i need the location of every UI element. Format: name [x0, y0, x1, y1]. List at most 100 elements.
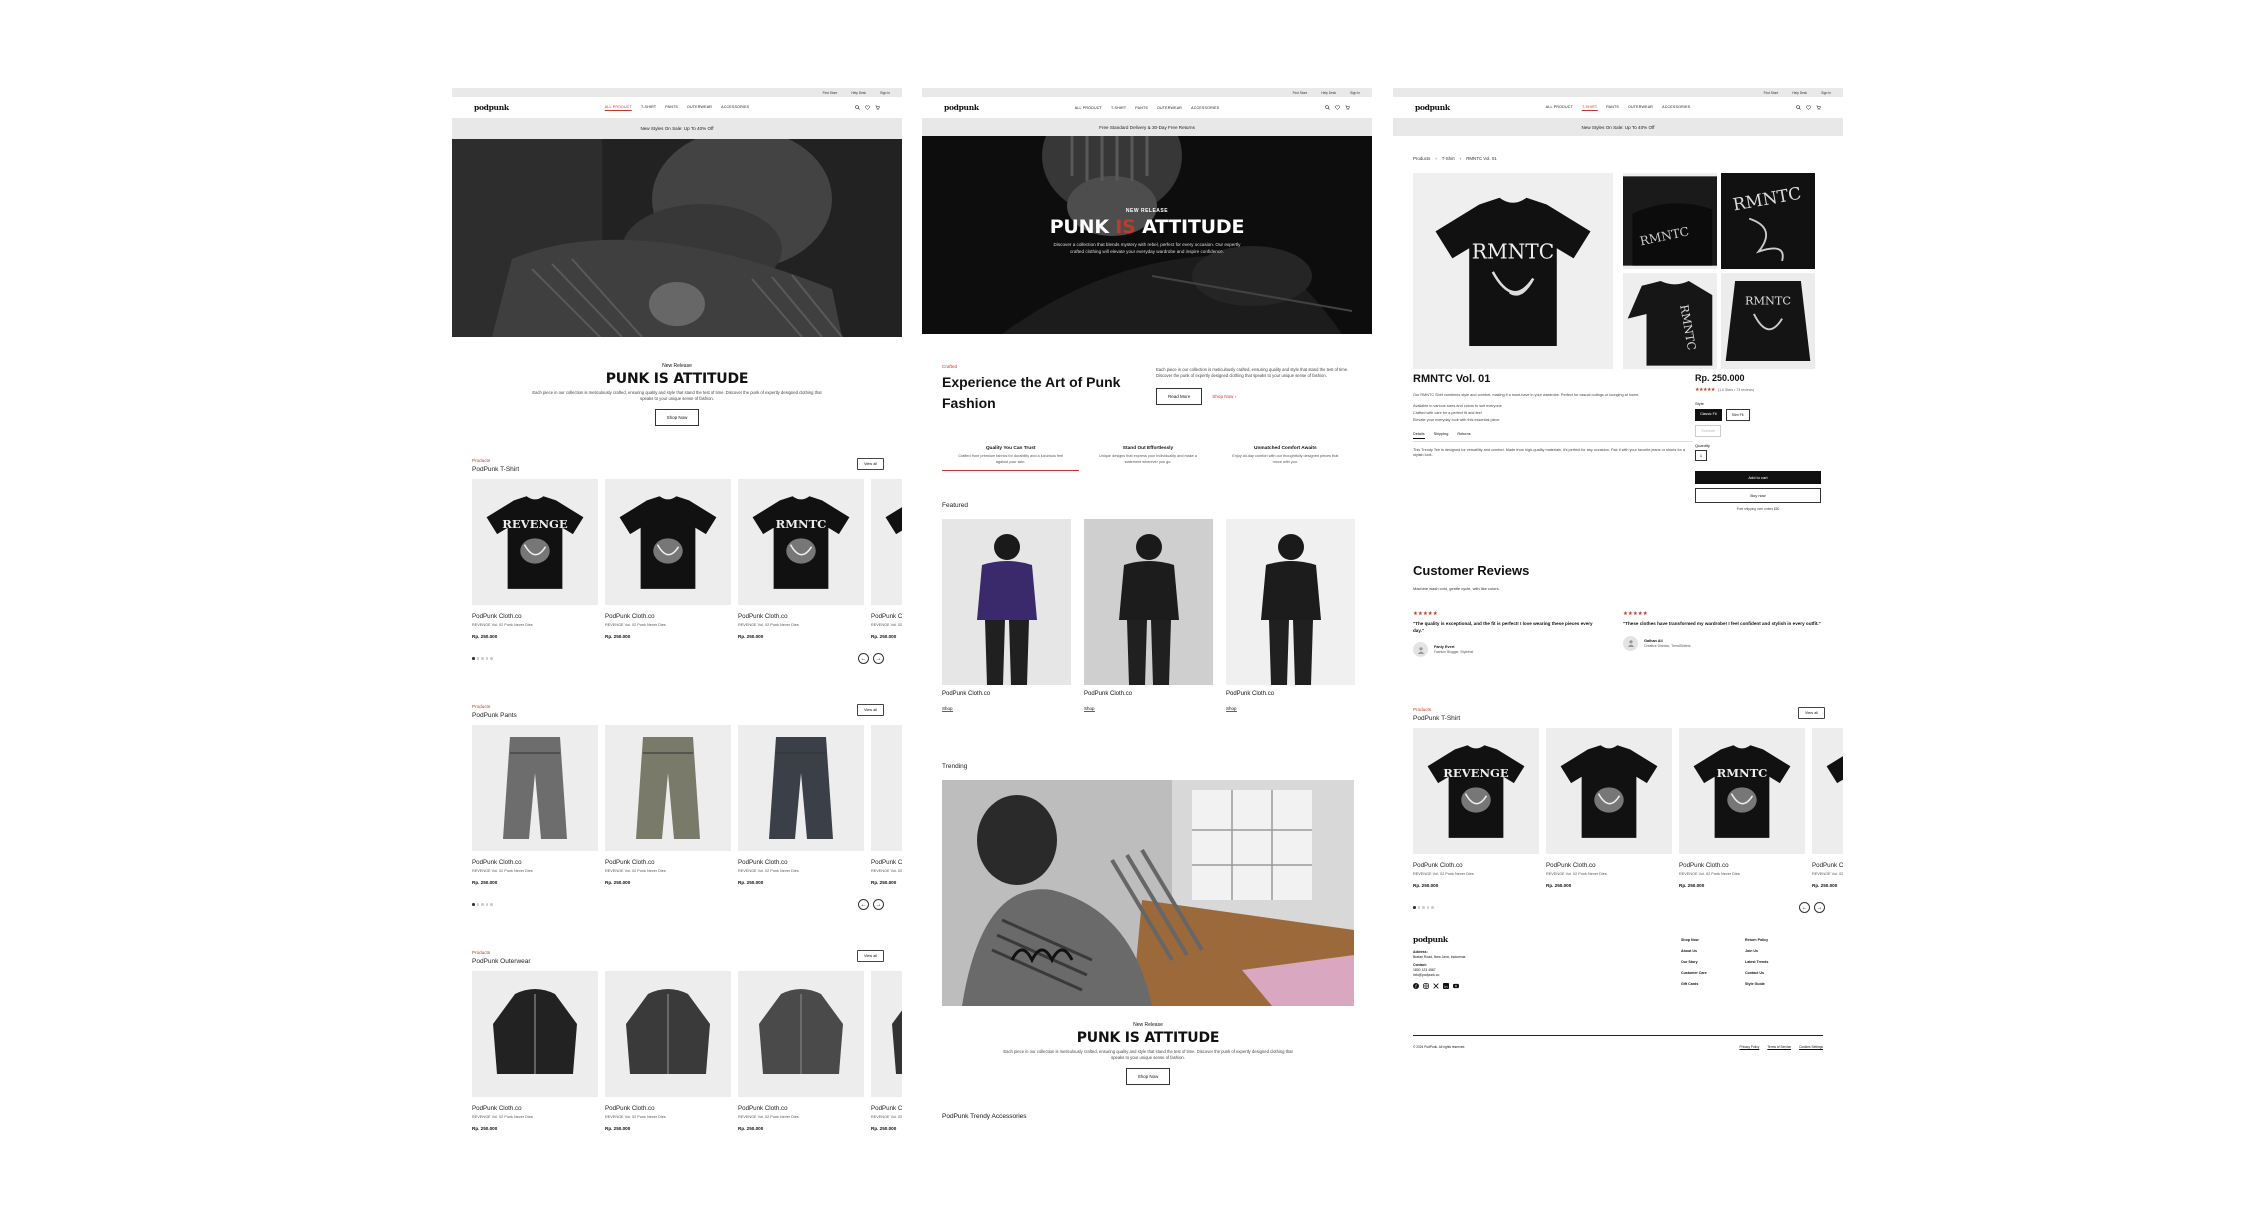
privacy-policy-link[interactable]: Privacy Policy: [1740, 1045, 1760, 1049]
cookies-link[interactable]: Cookies Settings: [1799, 1045, 1823, 1049]
main-product-image[interactable]: RMNTC: [1413, 173, 1613, 369]
product-card[interactable]: PodPunk Cloth.co REVENGE Vol. 02 Punk Nev…: [871, 971, 902, 1131]
nav-outerwear[interactable]: OUTERWEAR: [687, 105, 712, 111]
product-card[interactable]: RMNTC PodPunk Cloth.co REVENGE Vol. 02 Pun…: [738, 479, 864, 639]
product-card[interactable]: REVENGE PodPunk Cloth.co REVENGE Vol. 02 P…: [1413, 728, 1539, 888]
next-arrow-icon[interactable]: →: [873, 899, 884, 910]
featured-card[interactable]: PodPunk Cloth.co Shop: [942, 519, 1071, 715]
youtube-icon[interactable]: [1453, 983, 1459, 989]
thumbnail-image[interactable]: RMNTC: [1721, 273, 1815, 369]
product-image[interactable]: [871, 725, 902, 851]
featured-image[interactable]: [1226, 519, 1355, 685]
view-all-button[interactable]: View all: [856, 950, 884, 962]
style-option-selected[interactable]: Classic Fit: [1695, 409, 1722, 421]
logo[interactable]: podpunk: [944, 103, 979, 112]
carousel-dots[interactable]: [472, 903, 493, 906]
footer-link[interactable]: Shop Now: [1681, 935, 1707, 946]
sign-in-link[interactable]: Sign In: [880, 91, 890, 95]
product-card[interactable]: REVENGE PodPunk Cloth.co REVENGE Vol. 02 P…: [472, 479, 598, 639]
footer-link[interactable]: Customer Care: [1681, 968, 1707, 979]
product-card[interactable]: PodPunk Cloth.co REVENGE Vol. 02 Punk Nev…: [605, 479, 731, 639]
style-option[interactable]: Slim Fit: [1725, 409, 1750, 421]
featured-image[interactable]: [1084, 519, 1213, 685]
product-card[interactable]: PodPunk Cloth.co REVENGE Vol. 02 Punk Nev…: [605, 725, 731, 885]
nav-pants[interactable]: PANTS: [665, 105, 678, 111]
next-arrow-icon[interactable]: →: [1814, 902, 1825, 913]
style-option[interactable]: Oversize: [1695, 425, 1722, 437]
prev-arrow-icon[interactable]: ←: [858, 653, 869, 664]
featured-image[interactable]: [942, 519, 1071, 685]
read-more-button[interactable]: Read More: [1156, 388, 1203, 405]
product-card[interactable]: PodPunk Cloth.co REVENGE Vol. 02 Punk Nev…: [605, 971, 731, 1131]
footer-link[interactable]: Return Policy: [1745, 935, 1768, 946]
next-arrow-icon[interactable]: →: [873, 653, 884, 664]
nav-accessories[interactable]: ACCESSORIES: [721, 105, 749, 111]
product-image[interactable]: [1546, 728, 1672, 854]
help-desk-link[interactable]: Help Desk: [1321, 91, 1336, 95]
search-icon[interactable]: [1796, 105, 1801, 110]
nav-tshirt[interactable]: T-SHIRT: [641, 105, 656, 111]
nav-accessories[interactable]: ACCESSORIES: [1191, 106, 1219, 110]
carousel-dots[interactable]: [472, 657, 493, 660]
product-image[interactable]: REVENGE: [1413, 728, 1539, 854]
featured-card[interactable]: PodPunk Cloth.co Shop: [1084, 519, 1213, 715]
help-desk-link[interactable]: Help Desk: [1792, 91, 1807, 95]
product-image[interactable]: [738, 725, 864, 851]
nav-all-product[interactable]: ALL PRODUCT: [604, 105, 632, 111]
thumbnail-image[interactable]: RMNTC: [1623, 273, 1717, 369]
heart-icon[interactable]: [865, 105, 870, 110]
find-store-link[interactable]: Find Store: [823, 91, 838, 95]
instagram-icon[interactable]: [1423, 983, 1429, 989]
product-image[interactable]: REVENGE: [472, 479, 598, 605]
breadcrumb-item[interactable]: Products: [1413, 156, 1430, 161]
shop-link[interactable]: Shop: [1226, 706, 1237, 712]
search-icon[interactable]: [1325, 105, 1330, 110]
logo[interactable]: podpunk: [1415, 103, 1450, 112]
product-card[interactable]: PodPunk Cloth.co REVENGE Vol. 02 Punk Nev…: [472, 725, 598, 885]
product-image[interactable]: [738, 971, 864, 1097]
nav-outerwear[interactable]: OUTERWEAR: [1157, 106, 1182, 110]
product-card[interactable]: PodPunk Cloth.co REVENGE Vol. 02 Punk Nev…: [738, 971, 864, 1131]
shop-now-button[interactable]: Shop Now: [654, 409, 700, 426]
heart-icon[interactable]: [1806, 105, 1811, 110]
footer-link[interactable]: Latest Trends: [1745, 957, 1768, 968]
product-image[interactable]: [605, 725, 731, 851]
find-store-link[interactable]: Find Store: [1764, 91, 1779, 95]
breadcrumb-item[interactable]: T-Shirt: [1442, 156, 1455, 161]
footer-link[interactable]: Contact Us: [1745, 968, 1768, 979]
add-to-cart-button[interactable]: Add to cart: [1695, 471, 1821, 484]
cart-icon[interactable]: [875, 105, 880, 110]
product-image[interactable]: [1812, 728, 1843, 854]
nav-accessories[interactable]: ACCESSORIES: [1662, 105, 1690, 111]
sign-in-link[interactable]: Sign In: [1821, 91, 1831, 95]
heart-icon[interactable]: [1335, 105, 1340, 110]
product-image[interactable]: RMNTC: [738, 479, 864, 605]
view-all-button[interactable]: View all: [856, 704, 884, 716]
footer-link[interactable]: About Us: [1681, 946, 1707, 957]
trending-image[interactable]: [942, 780, 1354, 1006]
cart-icon[interactable]: [1345, 105, 1350, 110]
footer-link[interactable]: Join Us: [1745, 946, 1768, 957]
view-all-button[interactable]: View all: [856, 458, 884, 470]
product-card[interactable]: PodPunk Cloth.co REVENGE Vol. 02 Punk Nev…: [738, 725, 864, 885]
product-card[interactable]: PodPunk Cloth.co REVENGE Vol. 02 Punk Nev…: [1546, 728, 1672, 888]
thumbnail-image[interactable]: RMNTC: [1721, 173, 1815, 269]
product-image[interactable]: RMNTC: [1679, 728, 1805, 854]
product-card[interactable]: RMNTC PodPunk Cloth.co REVENGE Vol. 02 Pun…: [1679, 728, 1805, 888]
terms-link[interactable]: Terms of Service: [1767, 1045, 1791, 1049]
product-image[interactable]: [472, 725, 598, 851]
product-image[interactable]: [871, 479, 902, 605]
product-card[interactable]: PodPunk Cloth.co REVENGE Vol. 02 Punk Nev…: [472, 971, 598, 1131]
find-store-link[interactable]: Find Store: [1293, 91, 1308, 95]
shop-now-link[interactable]: Shop Now ›: [1212, 394, 1236, 399]
thumbnail-image[interactable]: RMNTC: [1623, 173, 1717, 269]
footer-link[interactable]: Style Guide: [1745, 979, 1768, 990]
feature-item[interactable]: Unmatched Comfort Awaits Enjoy all-day c…: [1217, 446, 1354, 471]
shop-link[interactable]: Shop: [942, 706, 953, 712]
feature-item[interactable]: Quality You Can Trust Crafted from premi…: [942, 446, 1080, 471]
cart-icon[interactable]: [1816, 105, 1821, 110]
tab-returns[interactable]: Returns: [1457, 432, 1470, 439]
tab-shipping[interactable]: Shipping: [1434, 432, 1449, 439]
nav-tshirt[interactable]: T-SHIRT: [1581, 105, 1598, 111]
nav-pants[interactable]: PANTS: [1606, 105, 1619, 111]
